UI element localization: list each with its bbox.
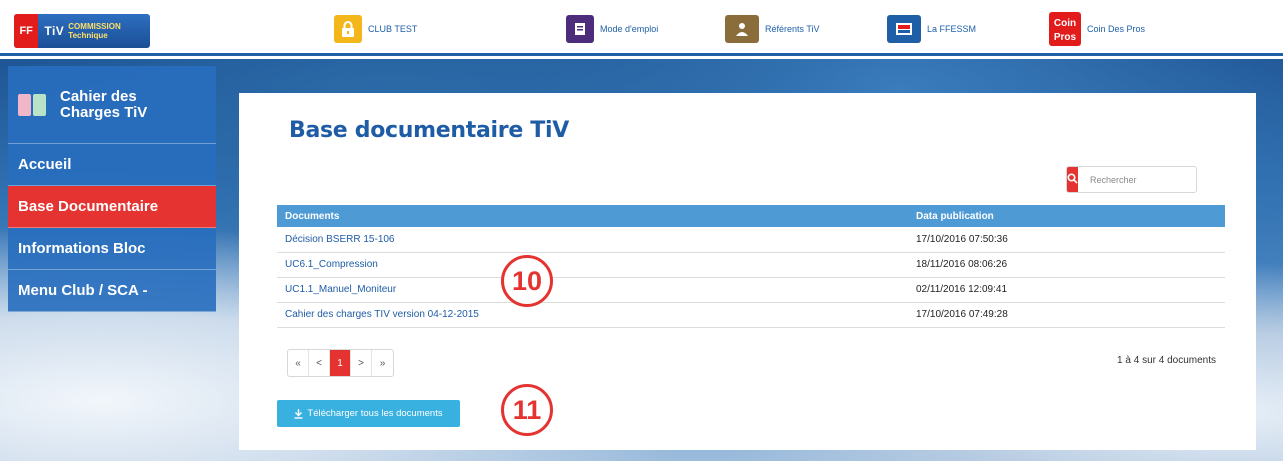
publication-date: 17/10/2016 07:49:28 <box>908 302 1225 328</box>
nav-mode-emploi[interactable]: Mode d'emploi <box>566 14 658 44</box>
table-row: Cahier des charges TIV version 04-12-201… <box>277 302 1225 328</box>
table-row: Décision BSERR 15-106 17/10/2016 07:50:3… <box>277 227 1225 253</box>
svg-text:Pros: Pros <box>1054 32 1077 43</box>
results-counter: 1 à 4 sur 4 documents <box>1117 355 1216 366</box>
nav-referents-tiv[interactable]: Référents TiV <box>725 14 820 44</box>
sidebar-item-base-documentaire[interactable]: Base Documentaire <box>8 186 216 228</box>
svg-text:Coin: Coin <box>1054 18 1076 29</box>
nav-label: Référents TiV <box>765 24 820 34</box>
document-link[interactable]: Décision BSERR 15-106 <box>277 227 908 253</box>
page-first-button[interactable]: « <box>288 350 309 376</box>
column-header-documents[interactable]: Documents <box>277 205 908 227</box>
download-label: Télécharger tous les documents <box>307 408 443 419</box>
coin-pros-icon: Coin Pros <box>1049 12 1081 46</box>
sidebar-item-informations-bloc[interactable]: Informations Bloc <box>8 228 216 270</box>
lock-icon <box>334 15 362 43</box>
nav-label: Mode d'emploi <box>600 24 659 34</box>
search-box <box>1066 166 1207 193</box>
sidebar-item-menu-club-sca[interactable]: Menu Club / SCA - <box>8 270 216 312</box>
page-prev-button[interactable]: < <box>309 350 330 376</box>
ffessm-logo-icon <box>887 15 921 43</box>
download-all-button[interactable]: Télécharger tous les documents <box>277 400 460 427</box>
nav-label: Coin Des Pros <box>1087 24 1146 34</box>
logo-subtext: COMMISSION Technique <box>68 22 121 40</box>
content-card: Base documentaire TiV Documents Data pub… <box>239 93 1256 450</box>
nav-club-test[interactable]: CLUB TEST <box>334 14 417 44</box>
person-icon <box>725 15 759 43</box>
document-link[interactable]: UC6.1_Compression <box>277 252 908 278</box>
nav-coin-des-pros[interactable]: Coin Pros Coin Des Pros <box>1049 12 1146 46</box>
book-icon <box>18 93 46 116</box>
page-last-button[interactable]: » <box>372 350 393 376</box>
download-icon <box>294 408 303 419</box>
document-link[interactable]: Cahier des charges TIV version 04-12-201… <box>277 302 908 328</box>
publication-date: 02/11/2016 12:09:41 <box>908 277 1225 303</box>
documents-table: Documents Data publication Décision BSER… <box>277 205 1225 328</box>
sidebar: Cahier des Charges TiV Accueil Base Docu… <box>8 66 216 312</box>
search-input[interactable] <box>1078 167 1207 192</box>
callout-badge: 11 <box>501 384 553 436</box>
tiv-logo[interactable]: FF TiV COMMISSION Technique <box>14 14 150 48</box>
nav-la-ffessm[interactable]: La FFESSM <box>887 14 976 44</box>
nav-label: CLUB TEST <box>368 24 418 34</box>
table-row: UC1.1_Manuel_Moniteur 02/11/2016 12:09:4… <box>277 277 1225 303</box>
logo-text: TiV <box>44 24 65 38</box>
publication-date: 18/11/2016 08:06:26 <box>908 252 1225 278</box>
search-icon <box>1067 171 1078 189</box>
sidebar-item-accueil[interactable]: Accueil <box>8 144 216 186</box>
page-current-button[interactable]: 1 <box>330 350 351 376</box>
search-button[interactable] <box>1067 167 1078 192</box>
nav-label: La FFESSM <box>927 24 977 34</box>
table-header-row: Documents Data publication <box>277 205 1225 227</box>
callout-badge: 10 <box>501 255 553 307</box>
table-row: UC6.1_Compression 18/11/2016 08:06:26 <box>277 252 1225 278</box>
publication-date: 17/10/2016 07:50:36 <box>908 227 1225 253</box>
column-header-date[interactable]: Data publication <box>908 205 1225 227</box>
ffessm-mark-icon: FF <box>14 14 39 48</box>
document-icon <box>566 15 594 43</box>
sidebar-title: Cahier des Charges TiV <box>60 87 148 121</box>
sidebar-header[interactable]: Cahier des Charges TiV <box>8 66 216 144</box>
pagination: « < 1 > » <box>287 349 394 377</box>
top-navigation: FF TiV COMMISSION Technique CLUB TEST Mo… <box>0 0 1283 56</box>
page-next-button[interactable]: > <box>351 350 372 376</box>
document-link[interactable]: UC1.1_Manuel_Moniteur <box>277 277 908 303</box>
page-title: Base documentaire TiV <box>289 118 569 143</box>
